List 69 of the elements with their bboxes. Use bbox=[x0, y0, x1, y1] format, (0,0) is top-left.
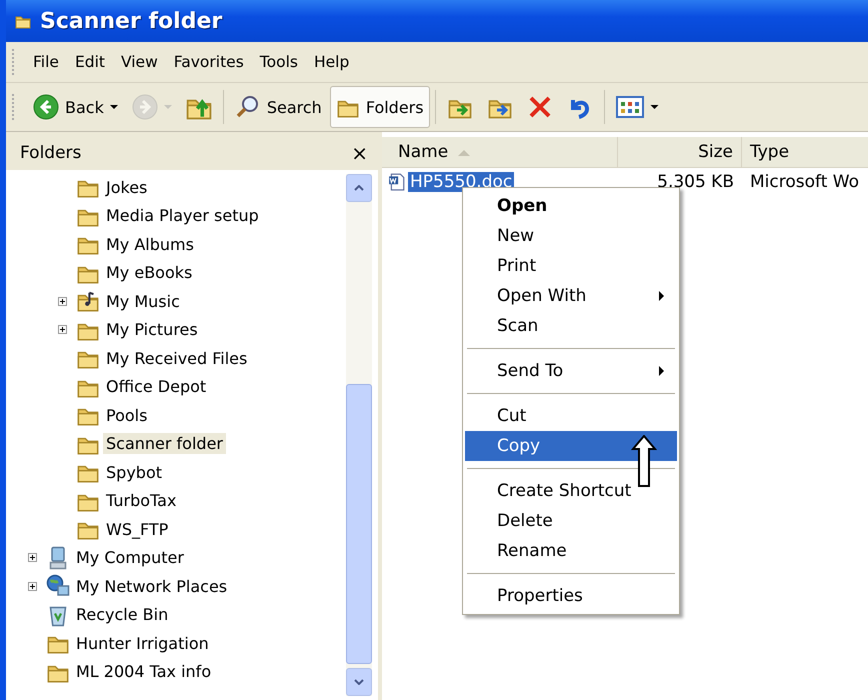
network-icon bbox=[46, 574, 70, 598]
menu-item[interactable]: Open With bbox=[465, 281, 677, 311]
file-size: 5,305 KB bbox=[656, 172, 735, 192]
column-header[interactable]: Size bbox=[618, 137, 742, 167]
expand-icon[interactable] bbox=[58, 325, 69, 334]
music-folder-icon bbox=[76, 290, 100, 312]
expand-icon[interactable] bbox=[28, 553, 39, 562]
submenu-arrow-icon bbox=[659, 291, 665, 301]
pane-title: Folders bbox=[20, 143, 82, 163]
dropdown-caret-icon bbox=[164, 104, 172, 110]
document-icon bbox=[388, 173, 406, 191]
expand-icon[interactable] bbox=[58, 296, 69, 306]
search-icon bbox=[234, 94, 261, 120]
menu-item[interactable]: Delete bbox=[465, 506, 677, 536]
scroll-thumb[interactable] bbox=[346, 384, 372, 664]
scrollbar[interactable] bbox=[346, 174, 372, 696]
dropdown-caret-icon bbox=[650, 104, 659, 110]
tree-item[interactable]: My Pictures bbox=[103, 319, 201, 340]
menu-item[interactable]: Open bbox=[465, 191, 677, 221]
tree-item[interactable]: Media Player setup bbox=[103, 205, 262, 226]
tree-item[interactable]: Hunter Irrigation bbox=[73, 632, 212, 654]
search-button[interactable]: Search bbox=[228, 86, 328, 128]
tree-item[interactable]: My Albums bbox=[103, 234, 197, 255]
menu-item[interactable]: Edit bbox=[66, 53, 113, 71]
menu-item[interactable]: Print bbox=[465, 251, 677, 281]
menu-item[interactable]: Create Shortcut bbox=[465, 476, 677, 506]
menu-item[interactable]: Cut bbox=[465, 401, 677, 431]
file-type: Microsoft Wo bbox=[749, 172, 859, 192]
delete-icon bbox=[526, 94, 553, 120]
menu-item[interactable]: Copy bbox=[465, 431, 677, 461]
menu-item[interactable]: New bbox=[465, 221, 677, 251]
tree-item[interactable]: Office Depot bbox=[103, 376, 210, 398]
up-chevron-icon bbox=[354, 185, 364, 191]
views-grid-icon bbox=[616, 96, 644, 118]
close-button[interactable]: × bbox=[347, 141, 372, 165]
expand-icon[interactable] bbox=[28, 582, 39, 591]
tree-item[interactable]: Recycle Bin bbox=[73, 604, 172, 626]
tree-item[interactable]: Scanner folder bbox=[103, 433, 226, 454]
scroll-down-button[interactable] bbox=[346, 668, 372, 696]
back-button[interactable]: Back bbox=[27, 86, 124, 128]
submenu-arrow-icon bbox=[659, 366, 665, 376]
arrow-cursor-icon bbox=[631, 435, 657, 487]
window-title: Scanner folder bbox=[40, 8, 222, 34]
menu-item[interactable]: View bbox=[112, 53, 166, 71]
tree-item[interactable]: TurboTax bbox=[103, 490, 180, 512]
menu-item[interactable]: Tools bbox=[252, 53, 306, 71]
tree-item[interactable]: My Computer bbox=[73, 547, 187, 568]
menu-item[interactable]: File bbox=[25, 53, 67, 71]
column-header[interactable]: Name bbox=[382, 137, 618, 167]
menu-item[interactable]: Help bbox=[306, 53, 358, 71]
tree-item[interactable]: ML 2004 Tax info bbox=[73, 661, 214, 682]
tree-item[interactable]: Jokes bbox=[103, 176, 150, 198]
tree-item[interactable]: My Music bbox=[103, 290, 183, 312]
menu-item[interactable]: Send To bbox=[465, 356, 677, 386]
tree-item[interactable]: My Network Places bbox=[73, 576, 230, 597]
menu-item[interactable]: Favorites bbox=[166, 53, 252, 71]
tree-item[interactable]: Pools bbox=[103, 404, 150, 426]
menu-item[interactable]: Rename bbox=[465, 536, 677, 566]
column-header[interactable]: Type bbox=[742, 137, 868, 167]
menu-item[interactable]: Properties bbox=[465, 581, 677, 611]
tree-item[interactable]: My eBooks bbox=[103, 262, 196, 284]
down-chevron-icon bbox=[354, 679, 364, 685]
folders-button[interactable]: Folders bbox=[330, 86, 430, 128]
scroll-up-button[interactable] bbox=[346, 174, 372, 202]
dropdown-caret-icon bbox=[110, 104, 118, 110]
tree-item[interactable]: Spybot bbox=[103, 462, 165, 483]
menu-item[interactable]: Scan bbox=[465, 311, 677, 341]
tree-item[interactable]: My Received Files bbox=[103, 348, 250, 369]
tree-item[interactable]: WS_FTP bbox=[103, 518, 172, 540]
